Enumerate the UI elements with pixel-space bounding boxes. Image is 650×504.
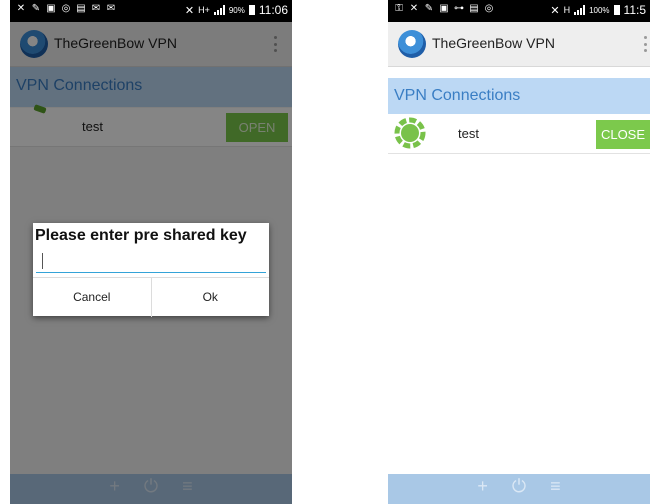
pre-shared-key-input[interactable] xyxy=(36,250,266,273)
network-type: H+ xyxy=(198,5,210,15)
clipboard-icon: ▤ xyxy=(76,3,86,14)
overflow-menu-icon[interactable] xyxy=(644,36,648,52)
text-cursor xyxy=(42,253,43,269)
close-button[interactable]: CLOSE xyxy=(596,120,650,149)
menu-icon[interactable]: ≡ xyxy=(550,476,561,496)
mute-icon: ✕ xyxy=(184,4,195,17)
status-time: 11:06 xyxy=(258,3,288,17)
power-icon[interactable]: ⏻ xyxy=(512,476,526,496)
connected-status-icon xyxy=(394,117,426,149)
status-bar: ✕ ✎ ▣ ◎ ▤ ✉ ✉ ✕ H+ 90% 11:06 xyxy=(10,0,292,22)
signal-icon xyxy=(213,5,225,15)
clipboard-icon: ▤ xyxy=(469,3,479,14)
connection-name: test xyxy=(458,126,479,141)
psk-dialog: Please enter pre shared key Cancel Ok xyxy=(33,223,269,317)
tools-icon: ✎ xyxy=(31,3,41,14)
section-title: VPN Connections xyxy=(394,87,521,104)
dialog-button-bar: Cancel Ok xyxy=(33,277,269,317)
app-logo-icon xyxy=(398,30,426,58)
missed-call-icon: ✕ xyxy=(409,3,419,14)
section-header: VPN Connections xyxy=(388,78,650,114)
battery-percent: 100% xyxy=(589,5,610,15)
signal-icon xyxy=(574,5,586,15)
dialog-title: Please enter pre shared key xyxy=(35,227,247,244)
status-right: ✕ H+ 90% 11:06 xyxy=(185,3,288,17)
message-icon: ▣ xyxy=(46,3,56,14)
bottom-toolbar: + ⏻ ≡ xyxy=(388,474,650,504)
key-icon: ⚿ xyxy=(395,3,403,14)
battery-icon xyxy=(248,5,255,15)
battery-icon xyxy=(613,5,620,15)
mail-icon: ✉ xyxy=(106,3,116,14)
cancel-button[interactable]: Cancel xyxy=(33,278,151,317)
vpn-key-icon: ⊶ xyxy=(454,3,464,14)
sync-icon: ◎ xyxy=(484,3,494,14)
add-icon[interactable]: + xyxy=(477,476,488,496)
status-icons: ⚿ ✕ ✎ ▣ ⊶ ▤ ◎ xyxy=(394,4,494,14)
status-right: ✕ H 100% 11:5 xyxy=(550,3,646,17)
status-icons: ✕ ✎ ▣ ◎ ▤ ✉ ✉ xyxy=(16,4,116,14)
phone-screen-right: ⚿ ✕ ✎ ▣ ⊶ ▤ ◎ ✕ H 100% 11:5 TheGreenBow … xyxy=(388,0,650,504)
connection-row[interactable]: test CLOSE xyxy=(388,115,650,154)
network-type: H xyxy=(563,5,571,15)
message-icon: ▣ xyxy=(439,3,449,14)
email-icon: ✉ xyxy=(91,3,101,14)
ok-button[interactable]: Ok xyxy=(150,278,270,317)
app-title: TheGreenBow VPN xyxy=(432,35,555,51)
app-bar: TheGreenBow VPN xyxy=(388,22,650,67)
phone-screen-left: ✕ ✎ ▣ ◎ ▤ ✉ ✉ ✕ H+ 90% 11:06 TheGreenBow… xyxy=(10,0,292,504)
missed-call-icon: ✕ xyxy=(16,3,26,14)
status-time: 11:5 xyxy=(623,3,646,17)
status-bar: ⚿ ✕ ✎ ▣ ⊶ ▤ ◎ ✕ H 100% 11:5 xyxy=(388,0,650,22)
tools-icon: ✎ xyxy=(424,3,434,14)
battery-percent: 90% xyxy=(228,5,245,15)
mute-icon: ✕ xyxy=(550,4,560,17)
sync-icon: ◎ xyxy=(61,3,71,14)
